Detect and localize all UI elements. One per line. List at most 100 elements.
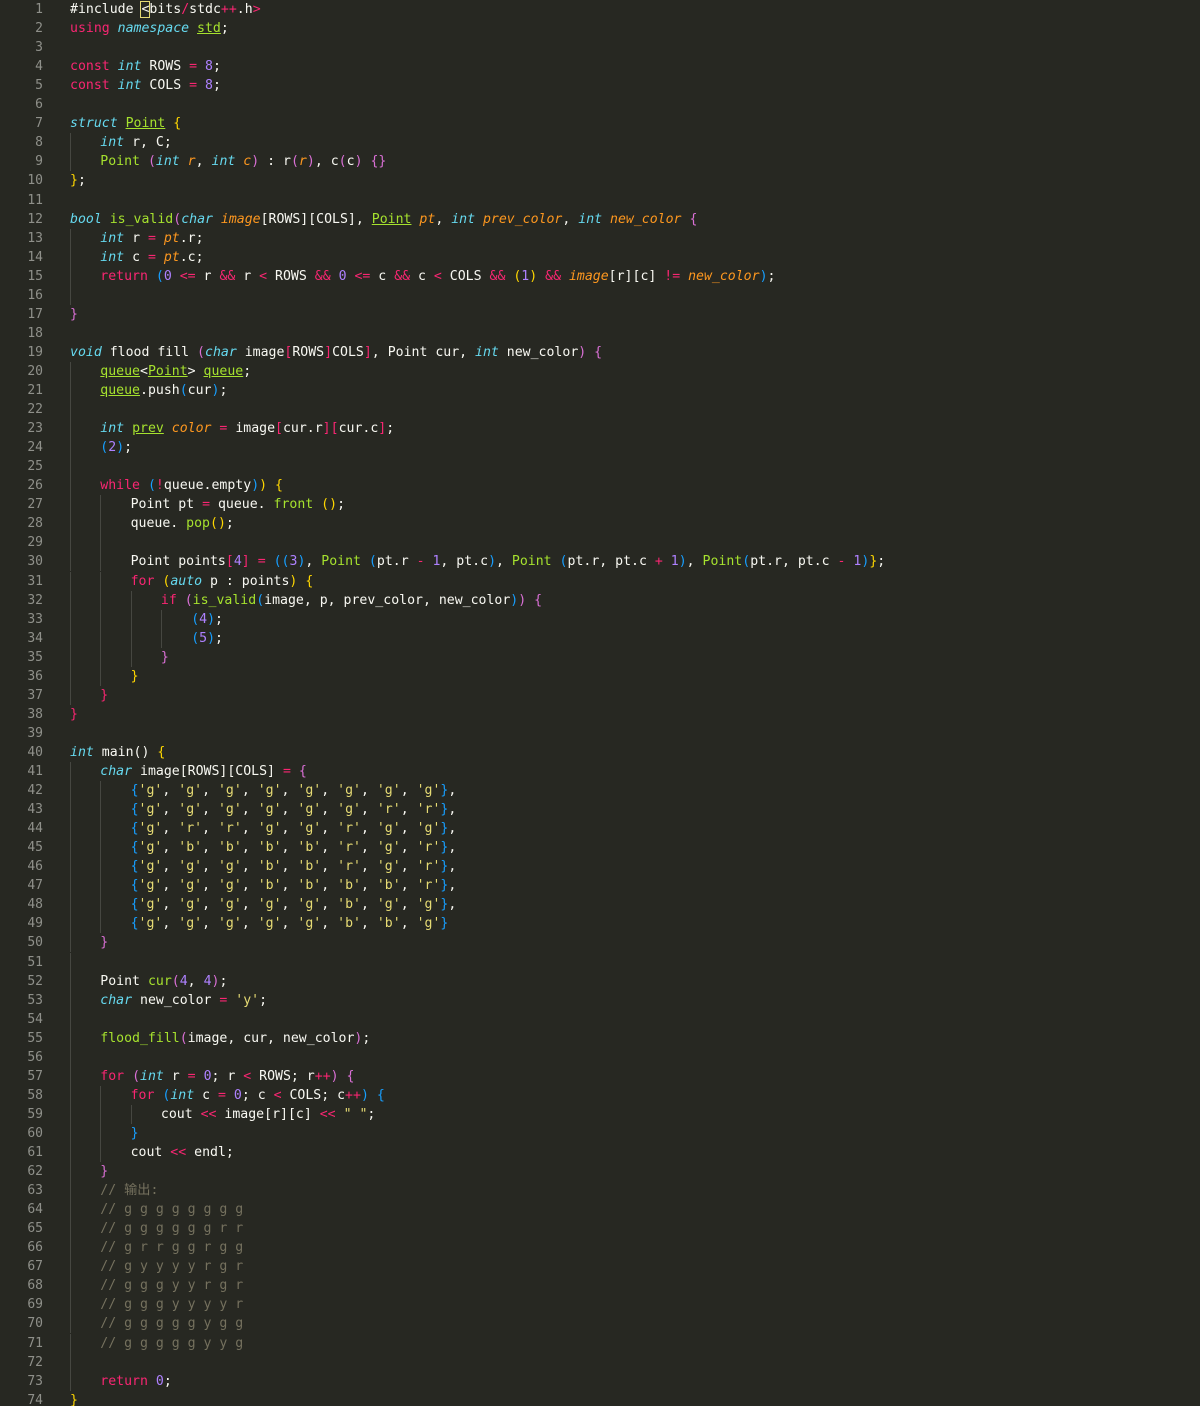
code-line[interactable]: {'g', 'g', 'g', 'g', 'g', 'b', 'b', 'g'} <box>131 914 449 933</box>
code-token: , <box>400 859 417 875</box>
code-line[interactable]: cout << image[r][c] << " "; <box>161 1105 375 1124</box>
code-token: [r] <box>264 1106 288 1122</box>
code-token: , <box>202 802 218 818</box>
code-line[interactable]: int main() { <box>70 743 165 762</box>
indent-guide <box>70 1238 71 1258</box>
code-line[interactable]: (2); <box>100 438 132 457</box>
code-line[interactable]: if (is_valid(image, p, prev_color, new_c… <box>161 591 542 610</box>
code-line[interactable]: int r, C; <box>100 133 171 152</box>
code-line[interactable]: {'g', 'r', 'r', 'g', 'g', 'r', 'g', 'g'}… <box>131 819 457 838</box>
indent-guide <box>70 476 71 496</box>
code-line[interactable]: flood_fill(image, cur, new_color); <box>100 1029 370 1048</box>
code-line[interactable]: {'g', 'g', 'g', 'g', 'g', 'g', 'g', 'g'}… <box>131 781 457 800</box>
code-line[interactable]: void flood fill (char image[ROWS]COLS], … <box>70 343 602 362</box>
code-line[interactable]: // g g g y y y y r <box>100 1295 243 1314</box>
indent-guide <box>70 1352 71 1372</box>
code-line[interactable]: Point pt = queue. front (); <box>131 495 345 514</box>
code-line[interactable]: // g g g g g g g g <box>100 1200 243 1219</box>
code-token: = <box>189 78 205 94</box>
code-line[interactable]: int r = pt.r; <box>100 229 203 248</box>
code-token: [COLS] <box>308 211 356 227</box>
code-line[interactable]: char new_color = 'y'; <box>100 991 267 1010</box>
code-line[interactable]: int c = pt.c; <box>100 248 203 267</box>
code-line[interactable]: Point cur(4, 4); <box>100 972 227 991</box>
code-line[interactable]: char image[ROWS][COLS] = { <box>100 762 306 781</box>
code-line[interactable]: } <box>70 305 78 324</box>
code-token: , <box>162 878 179 894</box>
code-line[interactable]: // 输出: <box>100 1181 158 1200</box>
code-editor[interactable]: 1 2 3 4 5 6 7 8 9 10 11 12 13 14 15 16 17 18 19 20 21 22 23 24 2… <box>0 0 1200 1406</box>
code-line[interactable]: } <box>161 648 169 667</box>
code-line[interactable]: }; <box>70 171 86 190</box>
code-line[interactable]: const int ROWS = 8; <box>70 57 221 76</box>
line-number: 51 <box>27 954 43 970</box>
indent-guide <box>70 838 71 858</box>
code-area[interactable]: #include <bits/stdc++.h> using namespace … <box>70 0 1196 1406</box>
code-line[interactable]: // g y y y y r g r <box>100 1257 243 1276</box>
code-line[interactable]: } <box>70 1391 78 1406</box>
indent-guide <box>70 1104 71 1124</box>
code-token: } <box>100 687 109 703</box>
code-line[interactable]: } <box>100 686 108 705</box>
code-line[interactable]: // g g g g g y y g <box>100 1334 243 1353</box>
code-line[interactable]: using namespace std; <box>70 19 229 38</box>
code-token: // g g g g g y y g <box>100 1335 244 1351</box>
code-token: , <box>321 897 338 913</box>
code-line[interactable]: } <box>100 1162 108 1181</box>
code-token: , <box>321 916 338 932</box>
code-token: ROWS <box>275 268 315 284</box>
code-line[interactable]: } <box>70 705 78 724</box>
line-number: 40 <box>27 744 43 760</box>
code-line[interactable]: } <box>131 1124 139 1143</box>
code-line[interactable]: (4); <box>191 610 223 629</box>
code-token: 'r' <box>337 840 361 856</box>
code-token: 'r' <box>416 802 441 818</box>
line-number: 19 <box>27 344 43 360</box>
code-line[interactable]: return (0 <= r && r < ROWS && 0 <= c && … <box>100 267 775 286</box>
code-line[interactable]: #include <bits/stdc++.h> <box>70 0 261 19</box>
code-line[interactable]: // g g g y y r g r <box>100 1276 243 1295</box>
code-line[interactable]: Point points[4] = ((3), Point (pt.r - 1,… <box>131 552 886 571</box>
code-line[interactable]: queue<Point> queue; <box>100 362 251 381</box>
code-line[interactable]: for (auto p : points) { <box>131 572 314 591</box>
indent-guide <box>70 628 71 648</box>
line-number: 41 <box>27 764 43 779</box>
code-token: , <box>202 897 218 913</box>
code-line[interactable]: struct Point { <box>70 114 181 133</box>
code-line[interactable]: const int COLS = 8; <box>70 76 221 95</box>
line-number: 23 <box>27 421 43 437</box>
code-line[interactable]: {'g', 'b', 'b', 'b', 'b', 'r', 'g', 'r'}… <box>131 838 457 857</box>
code-line[interactable]: int prev color = image[cur.r][cur.c]; <box>100 419 394 438</box>
code-token: 'g' <box>217 878 242 894</box>
code-token: , <box>162 802 179 818</box>
code-token: << <box>200 1106 225 1122</box>
indent-guide <box>130 590 132 610</box>
code-line[interactable]: {'g', 'g', 'g', 'b', 'b', 'b', 'b', 'r'}… <box>131 876 457 895</box>
code-line[interactable]: } <box>131 667 139 686</box>
code-line[interactable]: {'g', 'g', 'g', 'b', 'b', 'r', 'g', 'r'}… <box>131 857 457 876</box>
code-line[interactable]: queue. pop(); <box>131 514 234 533</box>
indent-guide <box>130 647 132 667</box>
code-line[interactable]: bool is_valid(char image[ROWS][COLS], Po… <box>70 210 697 229</box>
code-line[interactable]: while (!queue.empty)) { <box>100 476 283 495</box>
code-line[interactable]: // g r r g g r g g <box>100 1238 243 1257</box>
code-line[interactable]: // g g g g g g r r <box>100 1219 243 1238</box>
code-line[interactable]: for (int c = 0; c < COLS; c++) { <box>131 1086 385 1105</box>
code-line[interactable]: Point (int r, int c) : r(r), c(c) {} <box>100 152 386 171</box>
code-line[interactable]: {'g', 'g', 'g', 'g', 'g', 'g', 'r', 'r'}… <box>131 800 457 819</box>
code-token: () <box>133 744 150 760</box>
code-line[interactable]: (5); <box>191 629 223 648</box>
code-line[interactable]: queue.push(cur); <box>100 381 227 400</box>
code-token: ( <box>147 478 156 494</box>
code-token: } <box>70 173 78 189</box>
code-token: ) <box>329 497 338 513</box>
code-token: int <box>100 249 133 265</box>
code-line[interactable]: } <box>100 933 108 952</box>
code-line[interactable]: cout << endl; <box>131 1143 234 1162</box>
code-line[interactable]: for (int r = 0; r < ROWS; r++) { <box>100 1067 354 1086</box>
code-token: queue <box>100 363 140 379</box>
code-token: Point <box>125 116 166 132</box>
code-line[interactable]: return 0; <box>100 1372 171 1391</box>
code-line[interactable]: {'g', 'g', 'g', 'g', 'g', 'b', 'g', 'g'}… <box>131 895 457 914</box>
code-line[interactable]: // g g g g g y g g <box>100 1314 243 1333</box>
